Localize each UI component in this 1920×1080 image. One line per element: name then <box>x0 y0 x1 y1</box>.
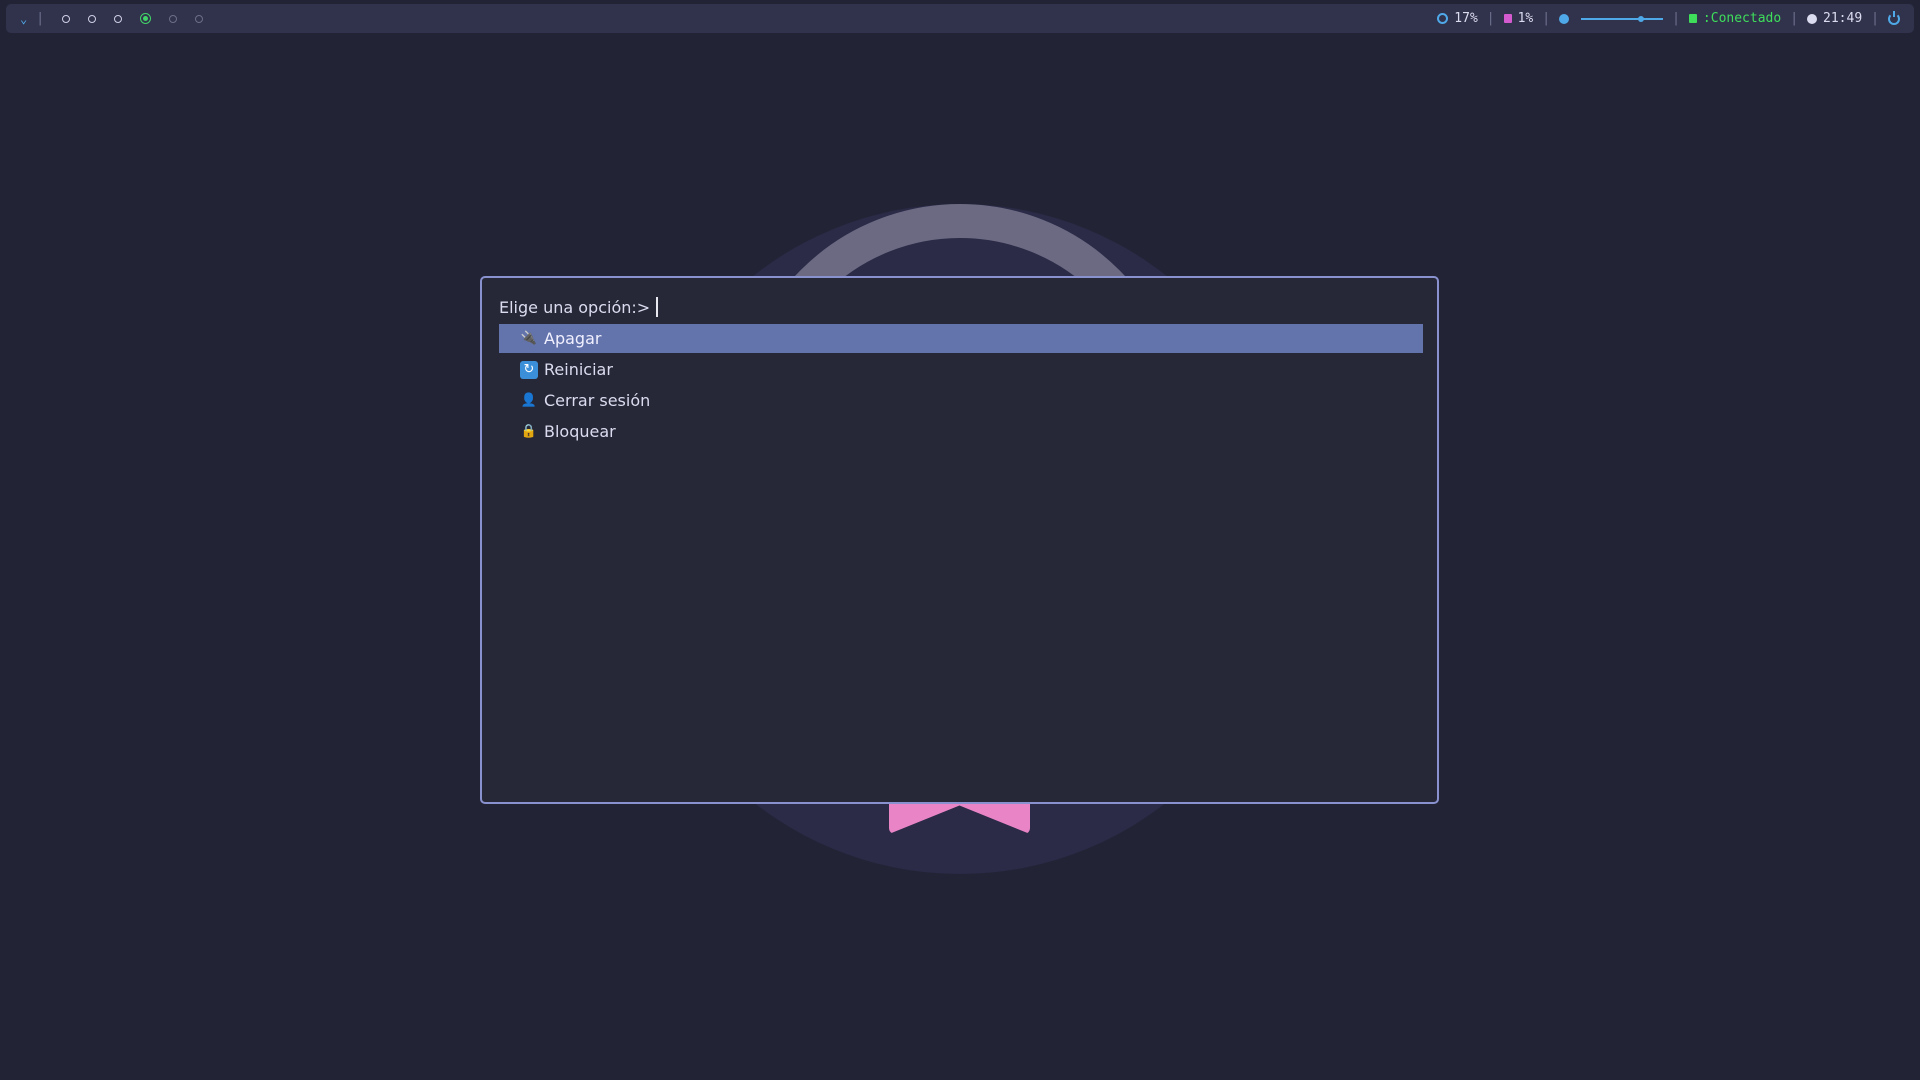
memory-icon <box>1503 14 1512 23</box>
memory-usage: 1% <box>1517 11 1534 26</box>
workspace-2[interactable] <box>88 14 97 23</box>
status-area: 17% | 1% | | :Conectado | 21:49 | <box>1437 4 1906 33</box>
workspace-4-active[interactable] <box>140 13 152 24</box>
plug-icon: 🔌 <box>520 330 538 346</box>
menu-item-label: Bloquear <box>544 422 616 441</box>
workspace-3[interactable] <box>114 14 123 23</box>
prompt-label: Elige una opción:> <box>499 297 651 317</box>
menu-item-bloquear[interactable]: 🔒 Bloquear <box>499 417 1423 446</box>
menu-item-reiniciar[interactable]: ↻ Reiniciar <box>499 355 1423 384</box>
separator: | <box>1486 11 1495 26</box>
volume-icon[interactable] <box>1559 13 1570 24</box>
text-cursor <box>656 297 659 317</box>
workspace-1[interactable] <box>62 14 71 23</box>
clock-time[interactable]: 21:49 <box>1823 11 1862 26</box>
clock-icon <box>1807 13 1818 24</box>
workspace-area: ⌄ | <box>20 4 212 33</box>
network-icon <box>1688 14 1697 23</box>
menu-item-cerrar-sesion[interactable]: 👤 Cerrar sesión <box>499 386 1423 415</box>
lock-icon: 🔒 <box>520 423 538 439</box>
menu-item-label: Apagar <box>544 329 602 348</box>
separator: | <box>36 11 45 26</box>
power-icon[interactable] <box>1888 10 1900 25</box>
launcher-chevron-icon[interactable]: ⌄ <box>20 12 27 26</box>
power-menu: Elige una opción:> 🔌 Apagar ↻ Reiniciar … <box>480 276 1439 804</box>
menu-item-label: Reiniciar <box>544 360 613 379</box>
separator: | <box>1542 11 1551 26</box>
separator: | <box>1672 11 1680 26</box>
network-status[interactable]: :Conectado <box>1703 11 1781 26</box>
workspace-5[interactable] <box>169 14 178 23</box>
cpu-usage: 17% <box>1454 11 1478 26</box>
menu-item-label: Cerrar sesión <box>544 391 651 410</box>
cpu-icon <box>1437 13 1449 24</box>
prompt-line[interactable]: Elige una opción:> <box>499 296 659 318</box>
separator: | <box>1790 11 1799 26</box>
workspace-6[interactable] <box>195 14 204 23</box>
user-icon: 👤 <box>520 392 538 408</box>
separator: | <box>1871 11 1879 26</box>
volume-knob[interactable] <box>1638 15 1645 22</box>
restart-icon: ↻ <box>520 360 538 379</box>
volume-track <box>1581 17 1664 20</box>
top-bar: ⌄ | 17% | 1% | | :Conectado | 21:49 | <box>6 4 1914 33</box>
volume-slider[interactable] <box>1581 13 1664 25</box>
menu-item-apagar[interactable]: 🔌 Apagar <box>499 324 1423 353</box>
